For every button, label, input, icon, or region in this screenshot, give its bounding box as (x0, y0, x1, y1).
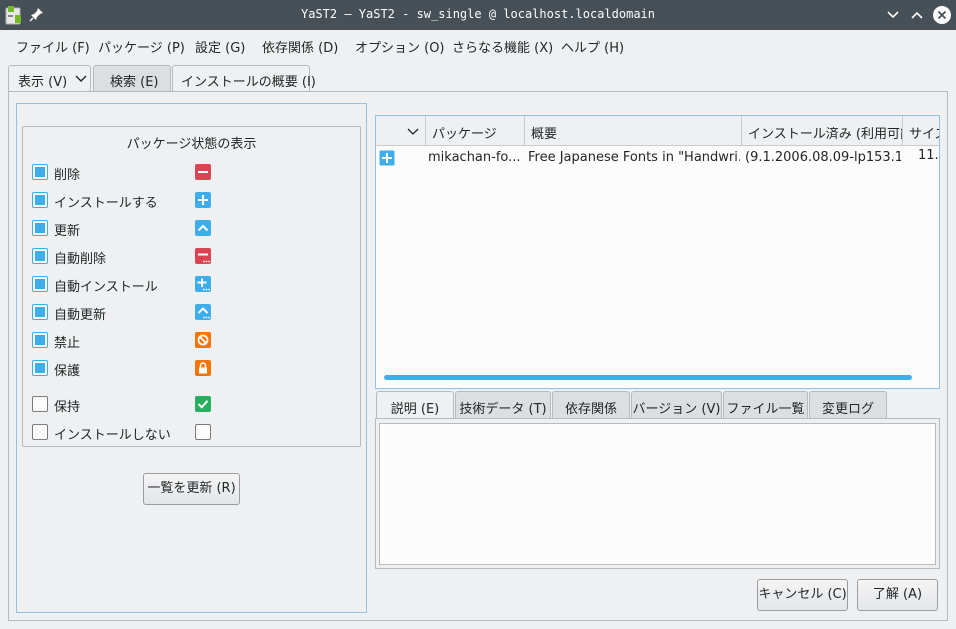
status-filter-row[interactable]: 自動更新 (23, 304, 362, 324)
update-icon (195, 220, 211, 236)
status-filter-row[interactable]: 自動削除 (23, 248, 362, 268)
tab-search-label: 検索 (E) (110, 75, 159, 90)
close-icon[interactable] (932, 5, 952, 25)
status-filter-row[interactable]: 保護 (23, 360, 362, 380)
minimize-icon[interactable] (883, 5, 903, 25)
package-name-cell: mikachan-fo... (428, 150, 521, 165)
status-filter-checkbox[interactable] (32, 192, 48, 208)
tab-versions[interactable]: バージョン (V) (631, 391, 722, 419)
view-dropdown-label: 表示 (V) (18, 75, 68, 90)
title-bar: YaST2 — YaST2 - sw_single @ localhost.lo… (0, 0, 956, 30)
package-column-label: パッケージ (432, 127, 497, 142)
installed-column-label: インストール済み (利用可能 (748, 127, 903, 142)
status-group-title: パッケージ状態の表示 (126, 137, 257, 152)
protected-icon (195, 360, 211, 376)
status-column-header[interactable] (376, 116, 426, 146)
status-filter-row[interactable]: インストールしない (23, 424, 362, 444)
delete-icon (195, 164, 211, 180)
menu-extras[interactable]: さらなる機能 (X) (452, 37, 553, 56)
auto-delete-icon (195, 248, 211, 264)
tab-changelog[interactable]: 変更ログ (809, 391, 887, 419)
auto-update-icon (195, 304, 211, 320)
no-install-icon (195, 424, 211, 440)
tab-description[interactable]: 説明 (E) (376, 391, 454, 420)
taboo-icon (195, 332, 211, 348)
status-filter-row[interactable]: 保持 (23, 396, 362, 416)
menu-package[interactable]: パッケージ (P) (98, 37, 185, 56)
package-size-cell: 11.1 (918, 148, 939, 163)
package-summary-cell: Free Japanese Fonts in "Handwri... (528, 150, 740, 165)
status-filter-label: 禁止 (54, 336, 81, 351)
status-filter-checkbox[interactable] (32, 220, 48, 236)
menu-file[interactable]: ファイル (F) (16, 37, 90, 56)
status-filter-label: 自動インストール (54, 280, 158, 295)
tab-install-summary[interactable]: インストールの概要 (I) (172, 65, 316, 93)
sort-chevron-icon (407, 128, 419, 135)
tab-search[interactable]: 検索 (E) (93, 65, 171, 92)
cancel-button[interactable]: キャンセル (C) (757, 579, 848, 611)
status-filter-row[interactable]: 更新 (23, 220, 362, 240)
install-icon (195, 192, 211, 208)
package-table: パッケージ 概要 インストール済み (利用可能 サイズ mikachan-fo.… (375, 115, 940, 389)
status-filter-label: インストールする (54, 196, 158, 211)
chevron-down-icon (75, 75, 87, 82)
status-filter-label: 更新 (54, 224, 81, 239)
refresh-list-button[interactable]: 一覧を更新 (R) (143, 473, 240, 505)
tab-dependencies[interactable]: 依存関係 (552, 391, 630, 419)
installed-column-header[interactable]: インストール済み (利用可能 (742, 116, 903, 146)
status-filter-label: 自動削除 (54, 252, 107, 267)
tab-file-list[interactable]: ファイル一覧 (723, 391, 808, 419)
tab-dependencies-label: 依存関係 (564, 402, 617, 417)
status-filter-checkbox[interactable] (32, 332, 48, 348)
menu-bar: ファイル (F) パッケージ (P) 設定 (G) 依存関係 (D) オプション… (0, 30, 956, 58)
package-status-group: パッケージ状態の表示 削除インストールする 更新自動削除自動インストール 自動更新禁… (22, 126, 361, 447)
tab-versions-label: バージョン (V) (632, 402, 721, 417)
status-filter-checkbox[interactable] (32, 360, 48, 376)
ok-button[interactable]: 了解 (A) (857, 579, 938, 611)
status-filter-label: 自動更新 (54, 308, 107, 323)
status-filter-row[interactable]: 禁止 (23, 332, 362, 352)
summary-column-label: 概要 (531, 127, 558, 142)
tab-description-label: 説明 (E) (390, 402, 440, 417)
status-filter-checkbox[interactable] (32, 396, 48, 412)
status-filter-label: 保持 (54, 400, 81, 415)
description-area[interactable] (379, 423, 936, 565)
view-dropdown-button[interactable]: 表示 (V) (8, 65, 91, 92)
tab-technical-data-label: 技術データ (T) (459, 402, 547, 417)
maximize-icon[interactable] (907, 5, 927, 25)
menu-configuration[interactable]: 設定 (G) (195, 37, 245, 56)
summary-column-header[interactable]: 概要 (525, 116, 742, 146)
status-filter-row[interactable]: 削除 (23, 164, 362, 184)
status-filter-row[interactable]: インストールする (23, 192, 362, 212)
menu-help[interactable]: ヘルプ (H) (561, 37, 624, 56)
menu-options[interactable]: オプション (O) (355, 37, 445, 56)
auto-install-icon (195, 276, 211, 292)
status-filter-label: インストールしない (54, 428, 171, 443)
status-filter-row[interactable]: 自動インストール (23, 276, 362, 296)
status-filter-checkbox[interactable] (32, 276, 48, 292)
status-filter-label: 削除 (54, 168, 81, 183)
keep-icon (195, 396, 211, 412)
window-title: YaST2 — YaST2 - sw_single @ localhost.lo… (300, 7, 655, 21)
status-filter-checkbox[interactable] (32, 304, 48, 320)
status-filter-label: 保護 (54, 364, 81, 379)
size-column-header[interactable]: サイズ (903, 116, 939, 146)
size-column-label: サイズ (909, 127, 939, 142)
tab-install-summary-label: インストールの概要 (I) (181, 75, 316, 90)
install-icon[interactable] (379, 150, 395, 166)
menu-dependencies[interactable]: 依存関係 (D) (262, 37, 338, 56)
installed-version-cell: (9.1.2006.08.09-lp153.1.... (745, 150, 901, 165)
status-filter-checkbox[interactable] (32, 424, 48, 440)
horizontal-scrollbar[interactable] (384, 375, 912, 380)
package-column-header[interactable]: パッケージ (426, 116, 525, 146)
tab-technical-data[interactable]: 技術データ (T) (455, 391, 551, 419)
tab-file-list-label: ファイル一覧 (726, 402, 805, 417)
status-filter-checkbox[interactable] (32, 248, 48, 264)
tab-changelog-label: 変更ログ (821, 402, 874, 417)
status-filter-checkbox[interactable] (32, 164, 48, 180)
